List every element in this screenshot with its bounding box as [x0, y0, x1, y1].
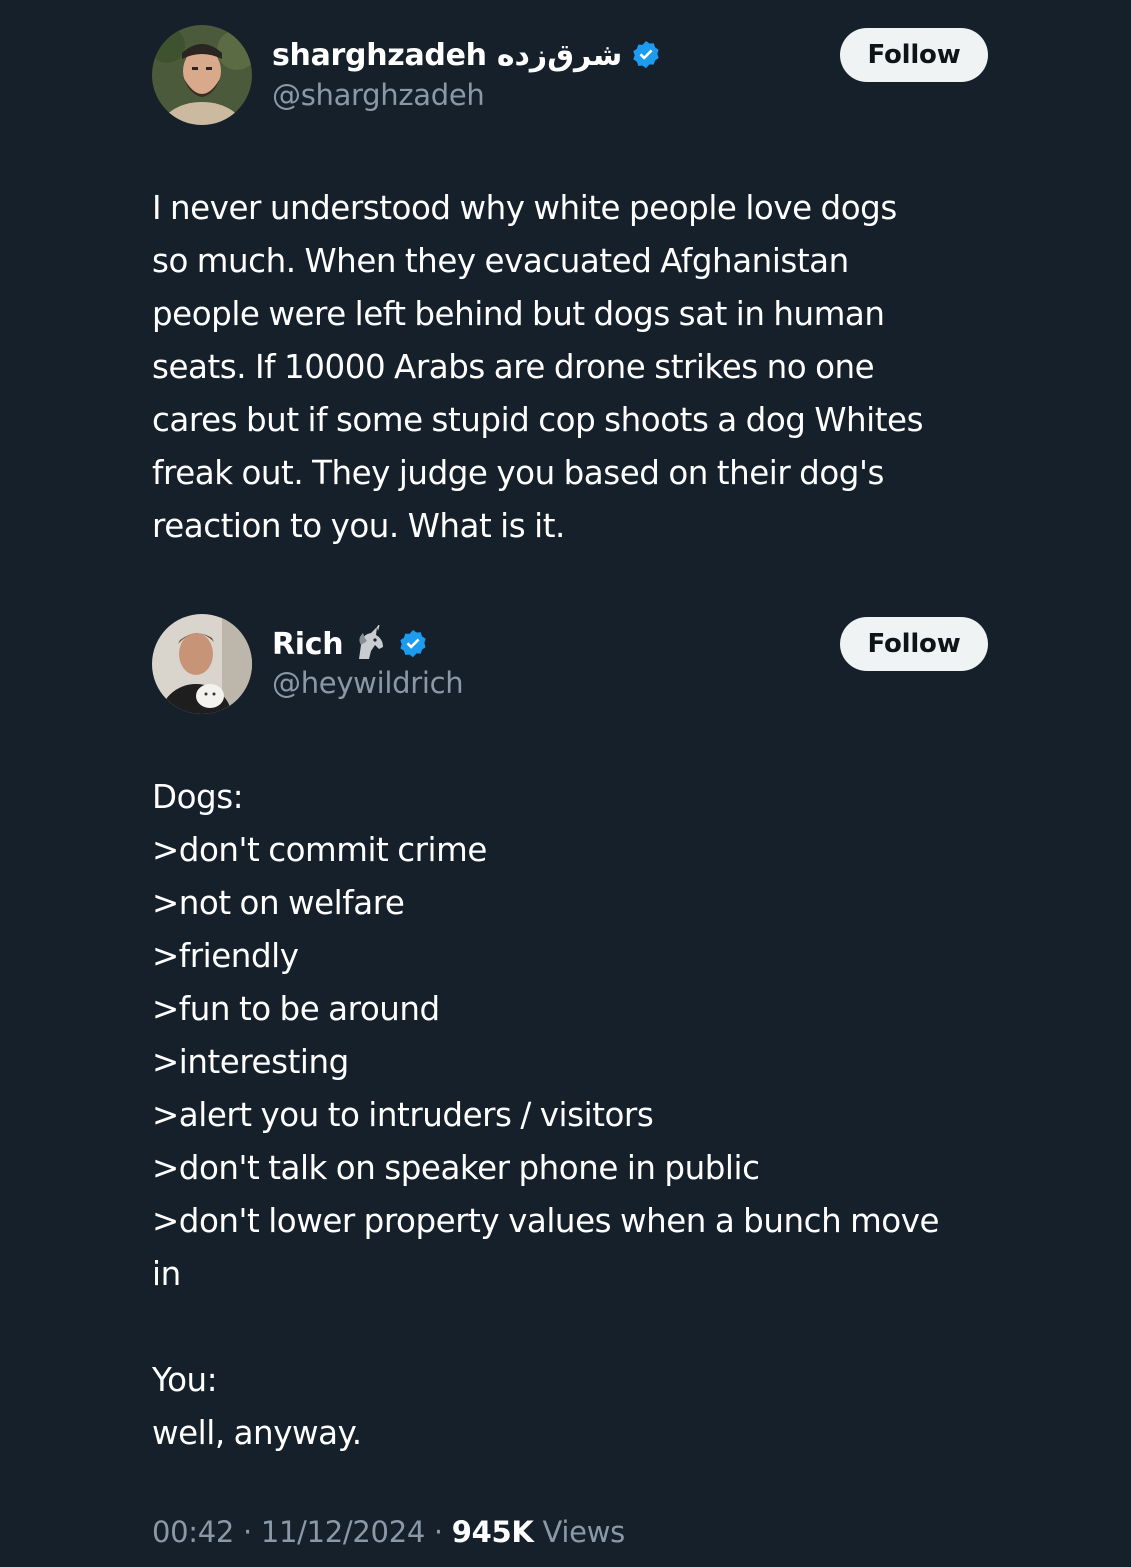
display-name[interactable]: Rich [272, 627, 344, 662]
tweet-text-line: You: [152, 1361, 218, 1399]
avatar-sharghzadeh[interactable] [152, 25, 252, 125]
tweet-body: I never understood why white people love… [152, 182, 1022, 553]
tweet-text-line: >don't lower property values when a bunc… [152, 1202, 940, 1240]
tweet-text-line: Dogs: [152, 778, 244, 816]
tweet-text-line: >interesting [152, 1043, 349, 1081]
follow-button[interactable]: Follow [840, 28, 988, 82]
tweet-text-line: >not on welfare [152, 884, 405, 922]
display-name-row: Rich [272, 623, 429, 664]
handle[interactable]: @heywildrich [272, 666, 464, 700]
tweet-text-line: >fun to be around [152, 990, 440, 1028]
tweet-text-line: well, anyway. [152, 1414, 362, 1452]
views-spacer [534, 1515, 543, 1549]
tweet-text-line: >friendly [152, 937, 299, 975]
unicorn-icon [351, 623, 389, 663]
tweet-time[interactable]: 00:42 [152, 1515, 234, 1549]
tweet-text-line: people were left behind but dogs sat in … [152, 295, 885, 333]
tweet-text-line: >don't commit crime [152, 831, 487, 869]
verified-icon[interactable] [397, 628, 429, 660]
tweet-text-line: in [152, 1255, 181, 1293]
tweet-body: Dogs: >don't commit crime >not on welfar… [152, 771, 1022, 1460]
verified-icon[interactable] [630, 39, 662, 71]
tweet-text-line: >don't talk on speaker phone in public [152, 1149, 760, 1187]
tweet-text-line: I never understood why white people love… [152, 189, 897, 227]
tweet-text-line: reaction to you. What is it. [152, 507, 565, 545]
avatar-heywildrich[interactable] [152, 614, 252, 714]
views-label: Views [542, 1515, 626, 1549]
handle[interactable]: @sharghzadeh [272, 78, 485, 112]
tweet-text-line: >alert you to intruders / visitors [152, 1096, 654, 1134]
display-name-row: sharghzadeh شرق‌زده [272, 35, 662, 75]
separator-dot: · [425, 1515, 452, 1549]
tweet-text-line: cares but if some stupid cop shoots a do… [152, 401, 924, 439]
tweet-text-line: freak out. They judge you based on their… [152, 454, 884, 492]
tweet-text-line: seats. If 10000 Arabs are drone strikes … [152, 348, 875, 386]
tweet-date[interactable]: 11/12/2024 [261, 1515, 425, 1549]
tweet-metadata: 00:42 · 11/12/2024 · 945K Views [152, 1515, 625, 1549]
tweet-text-line: so much. When they evacuated Afghanistan [152, 242, 849, 280]
follow-button[interactable]: Follow [840, 617, 988, 671]
display-name[interactable]: sharghzadeh شرق‌زده [272, 38, 623, 73]
views-count[interactable]: 945K [452, 1515, 534, 1549]
separator-dot: · [234, 1515, 261, 1549]
